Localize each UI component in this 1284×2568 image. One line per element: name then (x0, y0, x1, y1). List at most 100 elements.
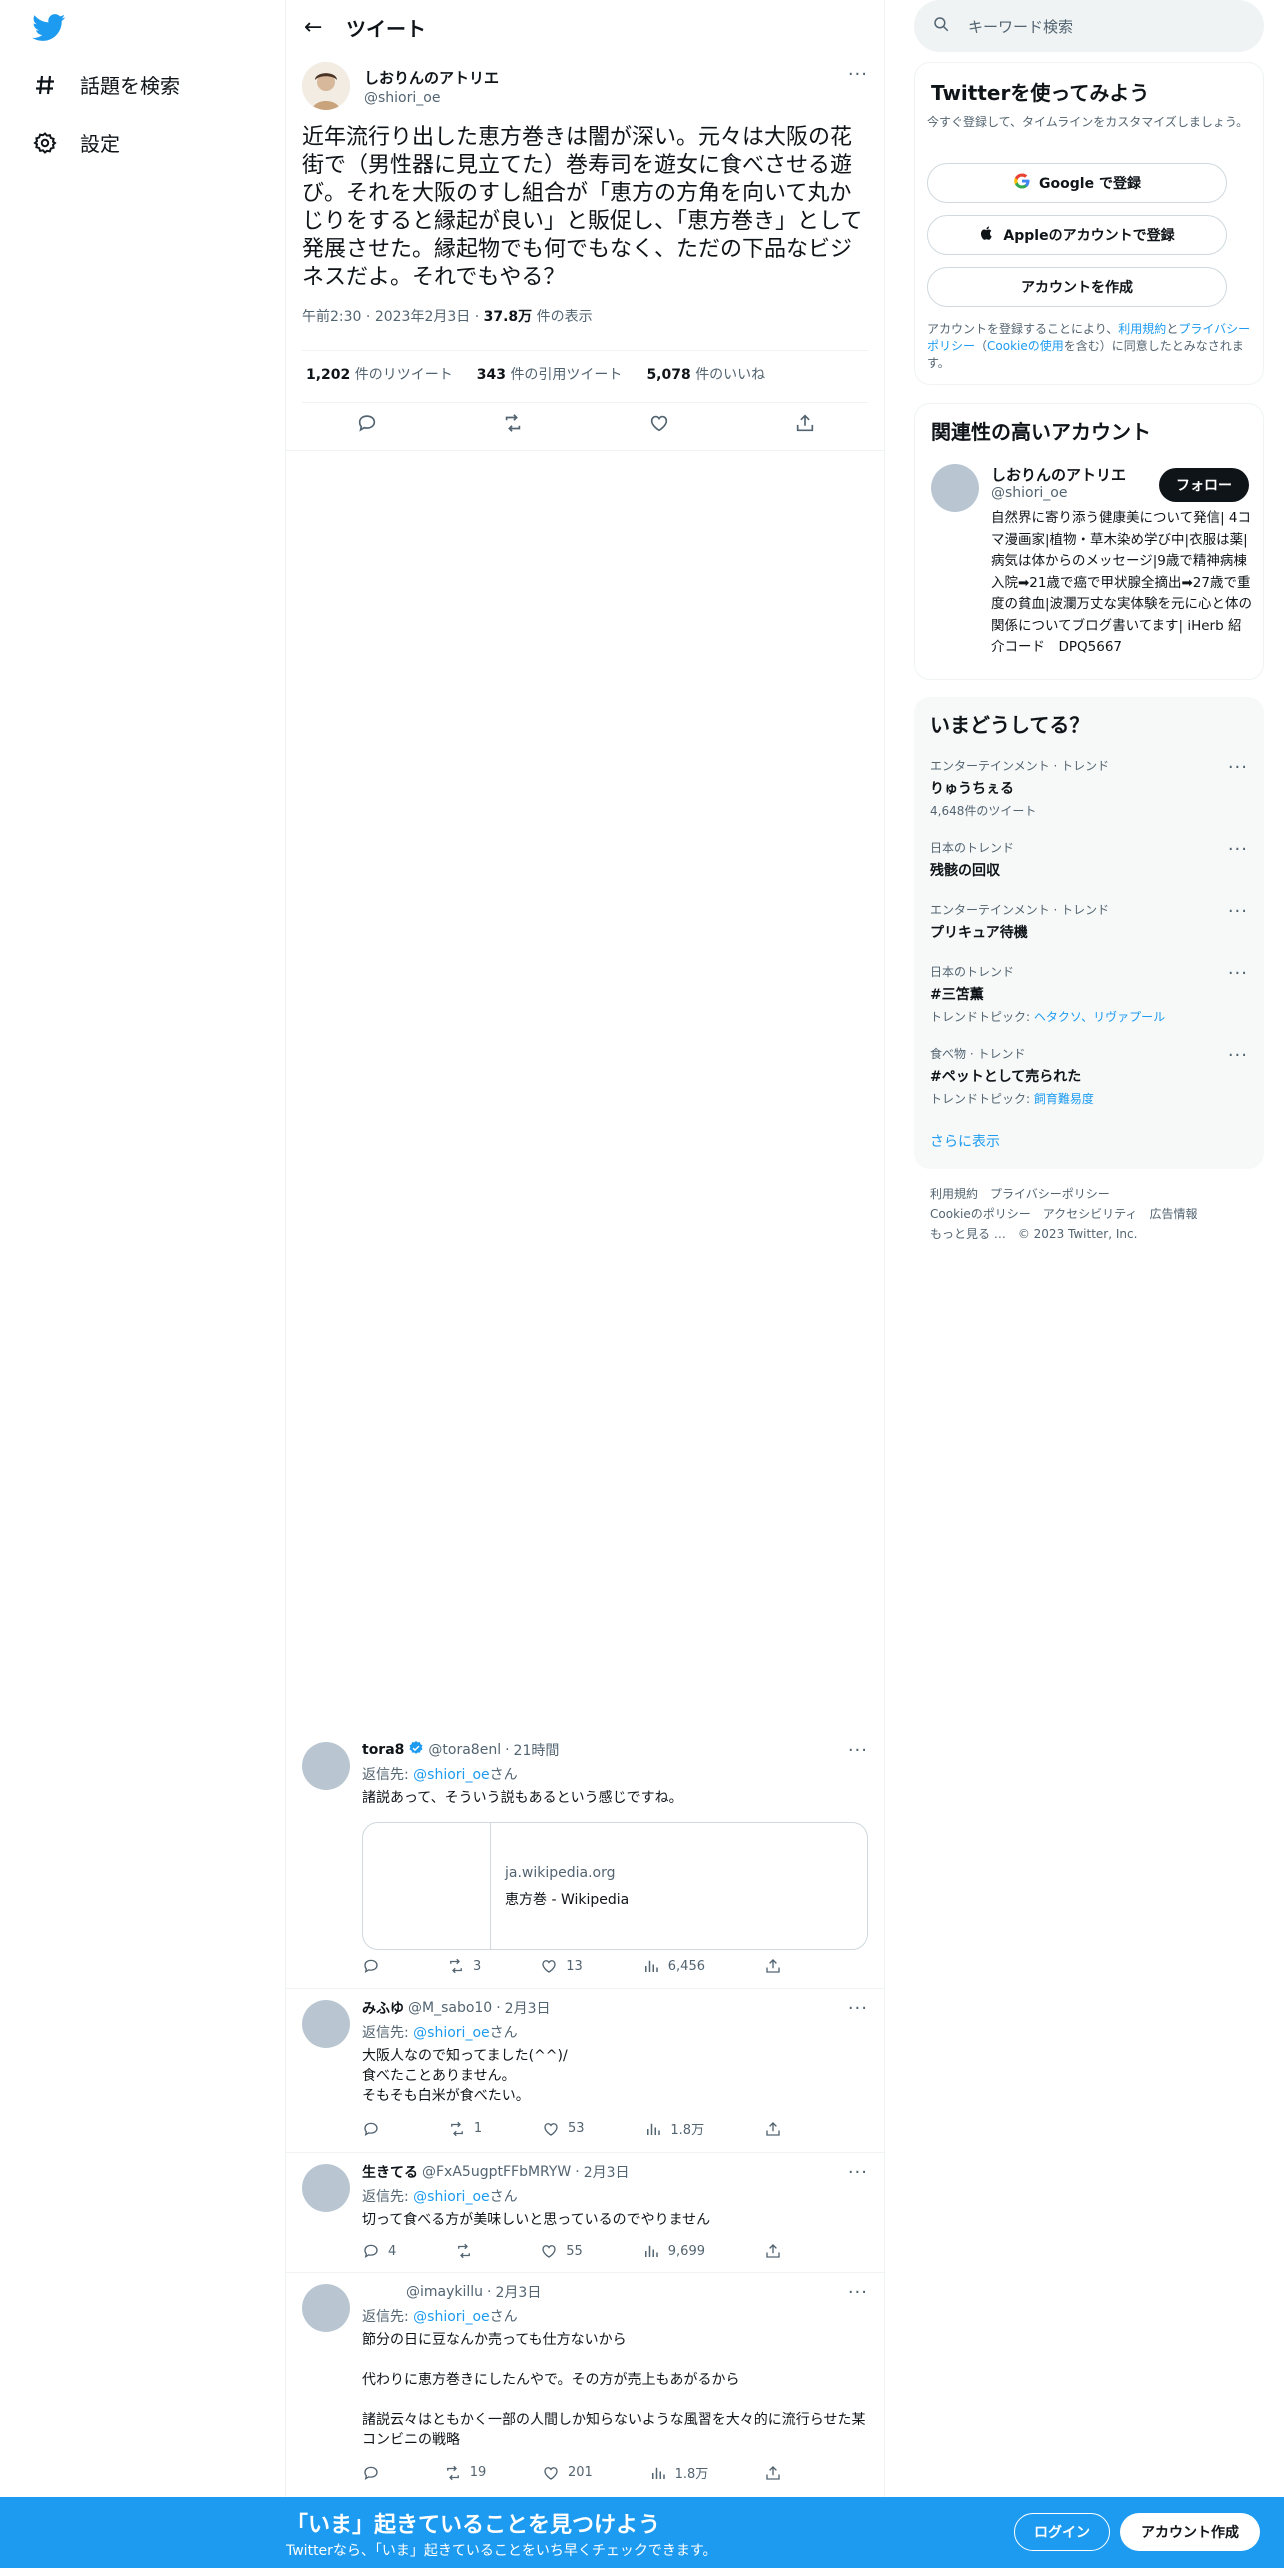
trend-item[interactable]: エンターテインメント · トレンド プリキュア待機 ··· (930, 901, 1248, 942)
reply-tweet[interactable]: tora8 @tora8enl · 21時間 ··· 返信先: @shiori_… (286, 1730, 884, 1988)
more-options-icon[interactable]: ··· (848, 1998, 868, 2019)
link-card[interactable]: ja.wikipedia.org 恵方巻 - Wikipedia (362, 1822, 868, 1950)
avatar[interactable] (302, 2284, 350, 2332)
trend-topic-link[interactable]: 飼育難易度 (1034, 1092, 1094, 1106)
like-button[interactable]: 53 (542, 2120, 585, 2138)
reply-text: 大阪人なので知ってました(^^)/ 食べたことありません。 そもそも白米が食べた… (362, 2046, 868, 2106)
share-icon[interactable] (764, 2464, 782, 2482)
google-signup-button[interactable]: Google で登録 (927, 163, 1227, 203)
tweet-author-name[interactable]: しおりんのアトリエ (364, 67, 834, 88)
reply-author-name[interactable]: tora8 (362, 1742, 404, 1758)
terms-link[interactable]: 利用規約 (1118, 322, 1166, 336)
share-icon[interactable] (794, 412, 816, 438)
more-options-icon[interactable]: ··· (848, 64, 868, 85)
footer-terms-link[interactable]: 利用規約 (930, 1187, 978, 1201)
nav-explore[interactable]: 話題を検索 (32, 70, 180, 99)
tweet-author-handle[interactable]: @shiori_oe (364, 90, 834, 106)
quotes-stat[interactable]: 343 件の引用ツイート (477, 364, 623, 384)
replying-to-link[interactable]: @shiori_oe (413, 2309, 489, 2325)
retweet-button[interactable]: 19 (444, 2464, 486, 2482)
retweet-button[interactable]: 1 (448, 2120, 482, 2138)
divider (302, 402, 868, 403)
reply-time[interactable]: 2月3日 (496, 2282, 542, 2302)
relevant-account-handle[interactable]: @shiori_oe (991, 485, 1067, 501)
twitter-logo-icon[interactable] (32, 14, 66, 42)
reply-button[interactable]: 4 (362, 2242, 396, 2260)
login-button[interactable]: ログイン (1014, 2513, 1110, 2551)
views-button[interactable]: 1.8万 (649, 2463, 708, 2482)
replying-to-link[interactable]: @shiori_oe (413, 2189, 489, 2205)
more-options-icon[interactable]: ··· (1228, 901, 1248, 922)
avatar[interactable] (302, 62, 350, 110)
footer-accessibility-link[interactable]: アクセシビリティ (1043, 1207, 1138, 1221)
retweet-button[interactable]: 3 (447, 1957, 481, 1975)
reply-tweet[interactable]: 生きてる @FxA5ugptFFbMRYW · 2月3日 ··· 返信先: @s… (286, 2152, 884, 2272)
footer-more-link[interactable]: もっと見る … (930, 1227, 1006, 1241)
trend-item[interactable]: エンターテインメント · トレンド りゅうちぇる 4,648件のツイート ··· (930, 757, 1248, 819)
more-options-icon[interactable]: ··· (1228, 1045, 1248, 1066)
reply-button[interactable] (362, 1957, 388, 1975)
retweets-count: 1,202 (306, 367, 351, 383)
tweet-time[interactable]: 午前2:30 (302, 309, 361, 325)
retweet-icon[interactable] (502, 412, 524, 438)
share-icon[interactable] (764, 2242, 782, 2260)
avatar[interactable] (931, 464, 979, 512)
more-options-icon[interactable]: ··· (848, 1740, 868, 1761)
tweet-date[interactable]: 2023年2月3日 (375, 309, 470, 325)
retweet-button[interactable] (455, 2242, 481, 2260)
nav-settings[interactable]: 設定 (32, 128, 120, 157)
reply-button[interactable] (362, 2464, 388, 2482)
more-options-icon[interactable]: ··· (1228, 963, 1248, 984)
reply-tweet[interactable]: みふゆ @M_sabo10 · 2月3日 ··· 返信先: @shiori_oe… (286, 1988, 884, 2152)
replying-to-link[interactable]: @shiori_oe (413, 1767, 489, 1783)
apple-signup-button[interactable]: Appleのアカウントで登録 (927, 215, 1227, 255)
like-button[interactable]: 201 (542, 2464, 593, 2482)
show-more-link[interactable]: さらに表示 (930, 1131, 1000, 1151)
trend-item[interactable]: 日本のトレンド #三笘薫 トレンドトピック: ヘタクソ、リヴァプール ··· (930, 963, 1248, 1025)
reply-button[interactable] (362, 2120, 388, 2138)
reply-author-name[interactable]: みふゆ (362, 1998, 404, 2018)
reply-time[interactable]: 2月3日 (505, 1998, 551, 2018)
reply-handle[interactable]: @M_sabo10 (408, 2000, 492, 2016)
reply-author-name[interactable]: 生きてる (362, 2162, 418, 2182)
replying-to-link[interactable]: @shiori_oe (413, 2025, 489, 2041)
retweets-stat[interactable]: 1,202 件のリツイート (306, 364, 453, 384)
like-icon[interactable] (648, 412, 670, 438)
create-account-button[interactable]: アカウントを作成 (927, 267, 1227, 307)
avatar[interactable] (302, 1742, 350, 1790)
likes-stat[interactable]: 5,078 件のいいね (646, 364, 765, 384)
follow-button[interactable]: フォロー (1159, 468, 1249, 502)
footer-ads-link[interactable]: 広告情報 (1149, 1207, 1197, 1221)
reply-icon[interactable] (356, 412, 378, 438)
views-button[interactable]: 9,699 (642, 2242, 705, 2260)
views-button[interactable]: 6,456 (642, 1957, 705, 1975)
reply-handle[interactable]: @FxA5ugptFFbMRYW (422, 2164, 571, 2180)
reply-time[interactable]: 2月3日 (584, 2162, 630, 2182)
share-icon[interactable] (764, 2120, 782, 2138)
more-options-icon[interactable]: ··· (848, 2282, 868, 2303)
more-options-icon[interactable]: ··· (848, 2162, 868, 2183)
more-options-icon[interactable]: ··· (1228, 839, 1248, 860)
search-box[interactable]: キーワード検索 (914, 0, 1264, 52)
footer-cookie-link[interactable]: Cookieのポリシー (930, 1207, 1031, 1221)
views-button[interactable]: 1.8万 (644, 2119, 704, 2138)
search-input[interactable]: キーワード検索 (968, 16, 1073, 37)
like-button[interactable]: 55 (540, 2242, 583, 2260)
reply-tweet[interactable]: @imaykillu · 2月3日 ··· 返信先: @shiori_oeさん … (286, 2272, 884, 2497)
reply-handle[interactable]: @tora8enl (428, 1742, 501, 1758)
signup-button[interactable]: アカウント作成 (1120, 2513, 1260, 2551)
like-button[interactable]: 13 (540, 1957, 583, 1975)
relevant-account-name[interactable]: しおりんのアトリエ (991, 464, 1126, 485)
avatar[interactable] (302, 2164, 350, 2212)
footer-privacy-link[interactable]: プライバシーポリシー (990, 1187, 1110, 1201)
back-arrow-icon[interactable]: ← (286, 15, 342, 40)
trend-item[interactable]: 日本のトレンド 残骸の回収 ··· (930, 839, 1248, 880)
reply-handle[interactable]: @imaykillu (406, 2284, 483, 2300)
avatar[interactable] (302, 2000, 350, 2048)
share-icon[interactable] (764, 1957, 782, 1975)
more-options-icon[interactable]: ··· (1228, 757, 1248, 778)
trend-item[interactable]: 食べ物 · トレンド #ペットとして売られた トレンドトピック: 飼育難易度 ·… (930, 1045, 1248, 1107)
reply-time[interactable]: 21時間 (514, 1740, 560, 1760)
cookie-link[interactable]: Cookieの使用 (987, 339, 1064, 353)
trend-topic-link[interactable]: ヘタクソ、リヴァプール (1034, 1010, 1165, 1024)
